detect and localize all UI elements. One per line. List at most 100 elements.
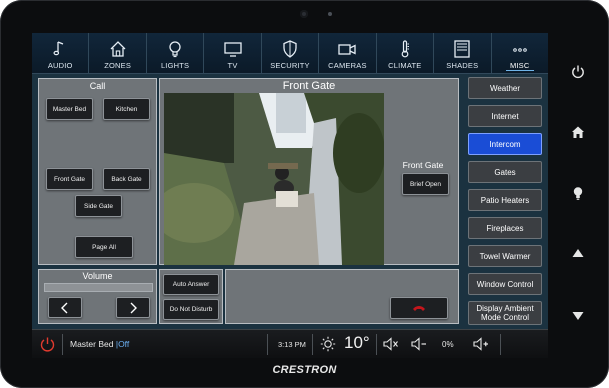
auto-answer-button[interactable]: Auto Answer (163, 274, 219, 295)
music-note-icon (53, 41, 64, 56)
status-separator (267, 334, 268, 355)
call-front-gate-button[interactable]: Front Gate (46, 168, 93, 190)
volume-title: Volume (82, 271, 113, 281)
call-panel: Call Master Bed Kitchen Front Gate Back … (38, 78, 157, 265)
call-control-panel (225, 269, 459, 324)
menu-weather[interactable]: Weather (468, 77, 542, 99)
do-not-disturb-button[interactable]: Do Not Disturb (163, 299, 219, 320)
mute-button[interactable] (382, 336, 400, 352)
triangle-down-icon (572, 312, 584, 320)
thermometer-icon (401, 40, 409, 58)
nav-zones[interactable]: ZONES (89, 33, 147, 73)
camera-panel: Front Gate Front Gate Brief Open (159, 78, 459, 265)
weather-status[interactable]: 10° (318, 333, 374, 356)
hang-up-button[interactable] (390, 297, 448, 319)
chevron-right-icon (130, 302, 137, 313)
speaker-volume-up-icon (473, 337, 488, 351)
nav-security-label: SECURITY (270, 61, 310, 70)
hardware-home-button[interactable] (568, 122, 588, 142)
menu-patio-heaters[interactable]: Patio Heaters (468, 189, 542, 211)
status-separator (312, 334, 313, 355)
brand-logo: CRESTRON (272, 364, 337, 376)
light-sensor (328, 12, 332, 16)
hang-up-phone-icon (413, 306, 425, 311)
house-icon (110, 41, 126, 57)
front-camera-lens (300, 10, 308, 18)
speaker-volume-down-icon (411, 337, 426, 351)
brief-open-button[interactable]: Brief Open (402, 173, 449, 195)
chevron-left-icon (61, 302, 68, 313)
call-master-bed-button[interactable]: Master Bed (46, 98, 93, 120)
more-dots-icon (512, 48, 527, 52)
status-separator (376, 334, 377, 355)
lightbulb-icon (169, 41, 181, 58)
volume-next-button[interactable] (116, 297, 150, 318)
hardware-down-button[interactable] (568, 306, 588, 326)
menu-display-ambient-mode-control[interactable]: Display Ambient Mode Control (468, 301, 542, 325)
nav-tv[interactable]: TV (204, 33, 262, 73)
volume-percent: 0% (442, 340, 454, 349)
status-room[interactable]: Master Bed |Off (70, 339, 129, 349)
menu-internet[interactable]: Internet (468, 105, 542, 127)
nav-zones-label: ZONES (104, 61, 132, 70)
call-panel-title: Call (89, 81, 106, 91)
camera-title: Front Gate (282, 80, 336, 92)
sun-icon (320, 336, 336, 352)
hardware-power-button[interactable] (568, 62, 588, 82)
power-icon (40, 337, 55, 352)
nav-misc[interactable]: MISC (492, 33, 548, 73)
intercom-options-panel: Auto Answer Do Not Disturb (159, 269, 223, 324)
nav-misc-label: MISC (509, 61, 530, 70)
volume-slider-track[interactable] (44, 283, 153, 292)
top-navigation: AUDIO ZONES LIGHTS TV SECURITY CAMERAS C… (32, 33, 548, 74)
shield-icon (283, 40, 297, 58)
home-icon (572, 126, 584, 138)
volume-up-button[interactable] (472, 336, 490, 352)
room-power-state: Off (118, 339, 130, 349)
menu-intercom[interactable]: Intercom (468, 133, 542, 155)
power-icon (572, 65, 584, 79)
volume-panel: Volume (38, 269, 157, 324)
nav-tv-label: TV (227, 61, 238, 70)
nav-lights-label: LIGHTS (160, 61, 190, 70)
hardware-light-button[interactable] (568, 183, 588, 203)
nav-cameras[interactable]: CAMERAS (319, 33, 377, 73)
nav-security[interactable]: SECURITY (262, 33, 320, 73)
shades-icon (454, 40, 470, 58)
camera-feed (164, 93, 384, 265)
call-side-gate-button[interactable]: Side Gate (75, 195, 122, 217)
call-back-gate-button[interactable]: Back Gate (103, 168, 150, 190)
lightbulb-icon (573, 187, 583, 200)
menu-towel-warmer[interactable]: Towel Warmer (468, 245, 542, 267)
tv-icon (223, 42, 242, 57)
nav-shades-label: SHADES (446, 61, 479, 70)
nav-shades[interactable]: SHADES (434, 33, 492, 73)
touch-panel-device: AUDIO ZONES LIGHTS TV SECURITY CAMERAS C… (0, 0, 609, 388)
call-page-all-button[interactable]: Page All (75, 236, 133, 258)
power-button[interactable] (38, 335, 57, 354)
nav-climate-label: CLIMATE (388, 61, 422, 70)
camera-feed-image (164, 93, 384, 265)
menu-gates[interactable]: Gates (468, 161, 542, 183)
camera-icon (338, 44, 357, 55)
volume-down-button[interactable] (410, 336, 428, 352)
menu-window-control[interactable]: Window Control (468, 273, 542, 295)
room-name: Master Bed (70, 339, 114, 349)
nav-cameras-label: CAMERAS (328, 61, 367, 70)
speaker-mute-icon (383, 337, 398, 351)
call-kitchen-button[interactable]: Kitchen (103, 98, 150, 120)
nav-lights[interactable]: LIGHTS (147, 33, 205, 73)
status-separator (62, 334, 63, 355)
nav-climate[interactable]: CLIMATE (377, 33, 435, 73)
status-bar: Master Bed |Off 3:13 PM 10° 0% (32, 329, 548, 358)
screen: AUDIO ZONES LIGHTS TV SECURITY CAMERAS C… (32, 33, 548, 358)
camera-side-title: Front Gate (402, 160, 444, 170)
nav-audio-label: AUDIO (47, 61, 73, 70)
temperature-value: 10° (344, 333, 370, 352)
nav-audio[interactable]: AUDIO (32, 33, 90, 73)
triangle-up-icon (572, 249, 584, 257)
status-separator (500, 334, 501, 355)
hardware-up-button[interactable] (568, 243, 588, 263)
volume-previous-button[interactable] (48, 297, 82, 318)
menu-fireplaces[interactable]: Fireplaces (468, 217, 542, 239)
